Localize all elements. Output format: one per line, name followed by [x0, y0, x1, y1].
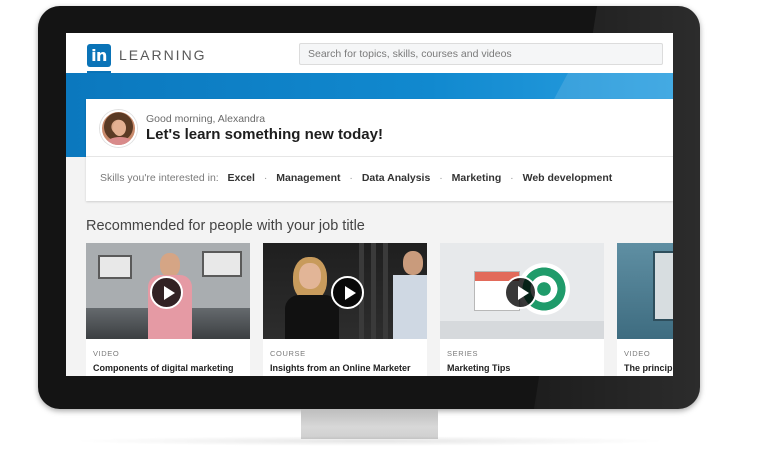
course-type: VIDEO — [624, 349, 651, 358]
course-type: SERIES — [447, 349, 479, 358]
skill-excel[interactable]: Excel — [228, 172, 255, 184]
greeting-card: Good morning, Alexandra Let's learn some… — [86, 99, 673, 201]
greeting-subtitle: Good morning, Alexandra — [146, 113, 266, 125]
skills-spacer — [222, 172, 225, 184]
thumbnail-background-stripe — [383, 243, 388, 339]
skills-label: Skills you're interested in: — [100, 172, 219, 184]
skill-separator: · — [439, 172, 443, 184]
thumbnail-frame — [202, 251, 242, 277]
avatar-shirt — [106, 137, 134, 145]
section-title: Recommended for people with your job tit… — [86, 218, 365, 234]
course-thumbnail[interactable] — [440, 243, 604, 339]
course-title[interactable]: The principl — [624, 363, 673, 373]
course-card[interactable]: SERIES Marketing Tips — [440, 243, 604, 376]
course-title[interactable]: Insights from an Online Marketer — [270, 363, 411, 373]
skill-web-development[interactable]: Web development — [523, 172, 613, 184]
woman-body — [285, 295, 339, 339]
thumbnail-floor — [440, 321, 604, 339]
skill-management[interactable]: Management — [276, 172, 340, 184]
skill-marketing[interactable]: Marketing — [452, 172, 502, 184]
skill-separator: · — [510, 172, 514, 184]
card-divider — [86, 156, 673, 157]
course-title[interactable]: Marketing Tips — [447, 363, 510, 373]
course-thumbnail[interactable] — [86, 243, 250, 339]
course-type: VIDEO — [93, 349, 120, 358]
play-icon[interactable] — [504, 276, 537, 309]
course-thumbnail[interactable] — [617, 243, 673, 339]
monitor-stand — [301, 409, 438, 439]
screen: in LEARNING Search for topics, skills, c… — [66, 33, 673, 376]
skill-separator: · — [349, 172, 353, 184]
course-card[interactable]: VIDEO The principl — [617, 243, 673, 376]
course-thumbnail[interactable] — [263, 243, 427, 339]
top-navigation-bar: in LEARNING Search for topics, skills, c… — [66, 33, 673, 73]
skills-row: Skills you're interested in: Excel · Man… — [100, 172, 612, 184]
thumbnail-door — [653, 251, 673, 321]
greeting-title: Let's learn something new today! — [146, 126, 383, 143]
avatar-face — [113, 120, 126, 136]
course-type: COURSE — [270, 349, 306, 358]
man-body — [393, 275, 427, 339]
search-input[interactable]: Search for topics, skills, courses and v… — [299, 43, 663, 65]
monitor-shadow — [70, 436, 670, 446]
course-card[interactable]: VIDEO Components of digital marketing — [86, 243, 250, 376]
course-title[interactable]: Components of digital marketing — [93, 363, 234, 373]
linkedin-logo-icon[interactable]: in — [87, 44, 111, 67]
play-icon[interactable] — [150, 276, 183, 309]
thumbnail-frame — [98, 255, 132, 279]
avatar[interactable] — [100, 110, 137, 147]
thumbnail-man — [393, 251, 427, 339]
course-card[interactable]: COURSE Insights from an Online Marketer — [263, 243, 427, 376]
woman-face — [299, 263, 321, 289]
skill-data-analysis[interactable]: Data Analysis — [362, 172, 430, 184]
man-head — [403, 251, 423, 275]
thumbnail-background-stripe — [371, 243, 376, 339]
play-icon[interactable] — [331, 276, 364, 309]
presenter-head — [160, 253, 180, 277]
skill-separator: · — [263, 172, 268, 184]
logo-text[interactable]: LEARNING — [119, 47, 207, 63]
thumbnail-woman — [285, 257, 339, 339]
